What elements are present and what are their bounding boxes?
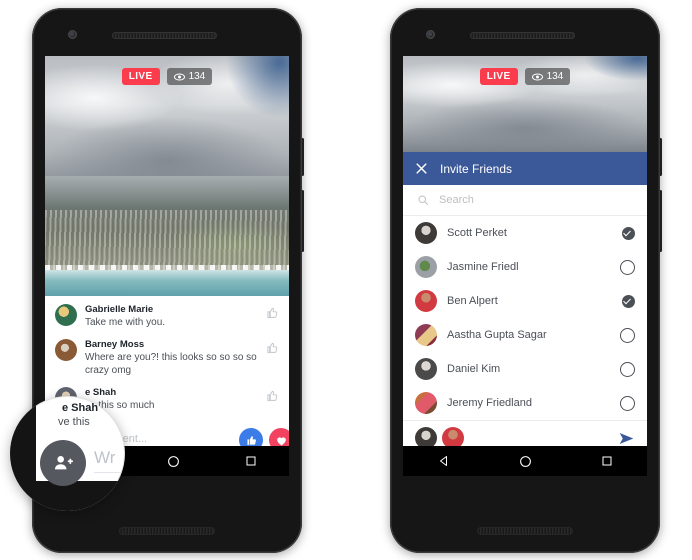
avatar [415,358,437,380]
back-triangle-icon[interactable] [438,455,450,467]
heart-filled-icon [276,436,286,445]
right-phone-screen: LIVE 134 Invite Friends Search Scott Per… [403,56,647,476]
magnifier-bezel-edge [10,396,36,511]
friend-row[interactable]: Aastha Gupta Sagar [403,318,647,352]
friend-select-checkbox[interactable] [620,259,635,275]
recents-square-icon[interactable] [245,455,257,467]
friend-row[interactable]: Daniel Kim [403,352,647,386]
search-icon [418,195,428,205]
friend-search-row[interactable]: Search [403,185,647,216]
comment-row[interactable]: Barney Moss Where are you?! this looks s… [55,339,279,377]
live-video-player[interactable]: LIVE 134 [45,56,289,296]
front-camera-icon [68,30,77,39]
recents-square-icon[interactable] [601,455,613,467]
live-overlay: LIVE 134 [45,68,289,85]
invite-friends-button[interactable] [40,440,86,486]
comments-list: Gabrielle Marie Take me with you. Barney… [45,296,289,412]
friend-row[interactable]: Ben Alpert [403,284,647,318]
avatar[interactable] [55,339,77,361]
front-camera-icon [426,30,435,39]
friend-row[interactable]: Jeremy Friedland [403,386,647,420]
thumbs-up-filled-icon [246,435,256,445]
thumbs-up-outline-icon[interactable] [265,389,279,403]
magnified-composer-underline [94,472,123,473]
viewer-count-pill: 134 [524,68,571,85]
avatar [415,222,437,244]
avatar [415,290,437,312]
friend-name: Daniel Kim [447,363,501,375]
earpiece-speaker [112,32,217,39]
volume-button[interactable] [659,190,662,252]
live-badge: LIVE [479,68,518,85]
magnifier-navbar-edge [36,481,125,511]
live-overlay: LIVE 134 [403,68,647,85]
eye-icon [173,73,185,80]
send-arrow-icon[interactable] [618,431,635,446]
bottom-speaker-grille [477,527,573,535]
comment-text: Where are you?! this looks so so so so c… [85,352,257,376]
phone-top-bezel [390,8,660,56]
live-video-player[interactable]: LIVE 134 [403,56,647,152]
eye-icon [531,73,543,80]
friend-name: Jasmine Friedl [447,261,519,273]
viewer-count-pill: 134 [166,68,213,85]
viewer-count-value: 134 [188,71,206,82]
avatar [415,256,437,278]
avatar[interactable] [55,304,77,326]
android-navbar [403,446,647,476]
magnified-comment-text: ve this [58,416,90,428]
comment-author: Barney Moss [85,339,145,350]
friend-row[interactable]: Jasmine Friedl [403,250,647,284]
bottom-speaker-grille [119,527,215,535]
video-ocean [45,269,289,296]
friend-select-checkbox[interactable] [622,294,635,308]
video-blue-sky-patch [225,56,289,119]
avatar [415,392,437,414]
close-x-icon[interactable] [415,162,428,175]
comment-text: Take me with you. [85,317,166,328]
right-phone: LIVE 134 Invite Friends Search Scott Per… [390,8,662,553]
power-button[interactable] [659,138,662,176]
friend-select-checkbox[interactable] [620,395,635,411]
friend-name: Scott Perket [447,227,507,239]
friend-name: Jeremy Friedland [447,397,532,409]
magnified-composer-text: Wr [94,448,116,467]
invite-friends-header: Invite Friends [403,152,647,185]
friends-list: Scott Perket Jasmine Friedl Ben Alpert A… [403,216,647,420]
live-badge: LIVE [121,68,160,85]
search-input[interactable]: Search [439,194,474,206]
home-circle-icon[interactable] [519,455,532,468]
earpiece-speaker [470,32,575,39]
comment-row[interactable]: Gabrielle Marie Take me with you. [55,304,279,329]
friend-name: Ben Alpert [447,295,498,307]
friend-name: Aastha Gupta Sagar [447,329,547,341]
friend-select-checkbox[interactable] [620,361,635,377]
magnifier-callout: e Shah ve this Wr [10,396,125,511]
avatar [415,324,437,346]
thumbs-up-outline-icon[interactable] [265,341,279,355]
add-person-icon [54,456,73,470]
video-town [45,209,289,272]
friend-select-checkbox[interactable] [622,226,635,240]
friend-select-checkbox[interactable] [620,327,635,343]
viewer-count-value: 134 [546,71,564,82]
volume-button[interactable] [301,190,304,252]
magnified-comment-author: e Shah [62,402,99,414]
invite-friends-title: Invite Friends [440,161,513,176]
thumbs-up-outline-icon[interactable] [265,306,279,320]
power-button[interactable] [301,138,304,176]
phone-top-bezel [32,8,302,56]
comment-author: Gabrielle Marie [85,304,154,315]
home-circle-icon[interactable] [167,455,180,468]
friend-row[interactable]: Scott Perket [403,216,647,250]
